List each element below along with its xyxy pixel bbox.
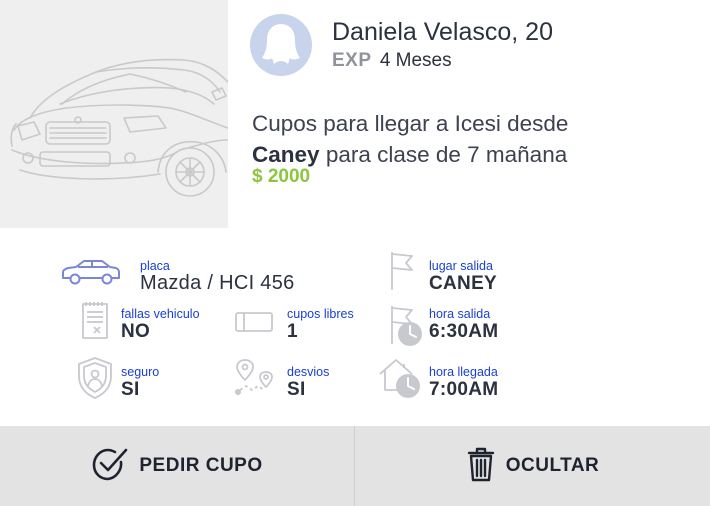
trip-price: $ 2000: [252, 166, 311, 187]
detail-desvios: desvios SI: [287, 365, 329, 400]
car-illustration-icon: [10, 58, 228, 197]
flag-icon: [388, 250, 416, 297]
driver-name: Daniela Velasco, 20: [332, 18, 553, 46]
check-circle-icon: [91, 446, 129, 487]
home-clock-icon: [378, 356, 424, 405]
fallas-value: NO: [121, 321, 151, 342]
hora-salida-value: 6:30AM: [429, 321, 499, 342]
desc-line-1: Cupos para llegar a Icesi desde: [252, 111, 569, 136]
trip-description: Cupos para llegar a Icesi desde Caney pa…: [252, 108, 568, 170]
placa-label: placa: [140, 259, 170, 273]
seat-icon: [234, 310, 274, 339]
desvios-value: SI: [287, 379, 306, 400]
cupos-value: 1: [287, 321, 298, 342]
checklist-icon: [80, 300, 110, 347]
desc-suffix: para clase de 7 mañana: [325, 142, 568, 167]
user-avatar-icon: [250, 14, 312, 76]
detail-placa: placa Mazda / HCI 456: [140, 259, 295, 294]
detail-seguro: seguro SI: [121, 365, 159, 400]
seguro-value: SI: [121, 379, 140, 400]
exp-label: EXP: [332, 50, 372, 71]
car-image: [0, 0, 228, 228]
seguro-label: seguro: [121, 365, 160, 379]
lugar-salida-value: CANEY: [429, 273, 498, 294]
lugar-salida-label: lugar salida: [429, 259, 493, 273]
detail-lugar-salida: lugar salida CANEY: [429, 259, 497, 294]
detail-hora-salida: hora salida 6:30AM: [429, 307, 498, 342]
ocultar-label: OCULTAR: [505, 455, 600, 476]
hora-llegada-label: hora llegada: [429, 365, 498, 379]
hora-llegada-value: 7:00AM: [429, 379, 499, 400]
shield-user-icon: [76, 356, 114, 405]
exp-value: 4 Meses: [379, 50, 452, 71]
avatar[interactable]: [250, 14, 312, 76]
hora-salida-label: hora salida: [429, 307, 491, 321]
trip-card: Daniela Velasco, 20 EXP 4 Meses Cupos pa…: [0, 0, 710, 506]
trip-origin: Caney: [252, 142, 320, 167]
placa-value: Mazda / HCI 456: [140, 272, 295, 294]
detail-fallas: fallas vehiculo NO: [121, 307, 200, 342]
flag-clock-icon: [388, 304, 424, 353]
pedir-cupo-label: PEDIR CUPO: [139, 455, 263, 476]
route-icon: [234, 358, 274, 403]
driver-experience: EXP 4 Meses: [332, 50, 452, 72]
ocultar-button[interactable]: OCULTAR: [355, 426, 710, 506]
car-icon: [60, 258, 122, 291]
trash-icon: [466, 445, 496, 488]
cupos-label: cupos libres: [287, 307, 354, 321]
action-bar: PEDIR CUPO OCULTAR: [0, 426, 710, 506]
pedir-cupo-button[interactable]: PEDIR CUPO: [0, 426, 354, 506]
desvios-label: desvios: [287, 365, 330, 379]
fallas-label: fallas vehiculo: [121, 307, 200, 321]
detail-hora-llegada: hora llegada 7:00AM: [429, 365, 498, 400]
detail-cupos: cupos libres 1: [287, 307, 354, 342]
